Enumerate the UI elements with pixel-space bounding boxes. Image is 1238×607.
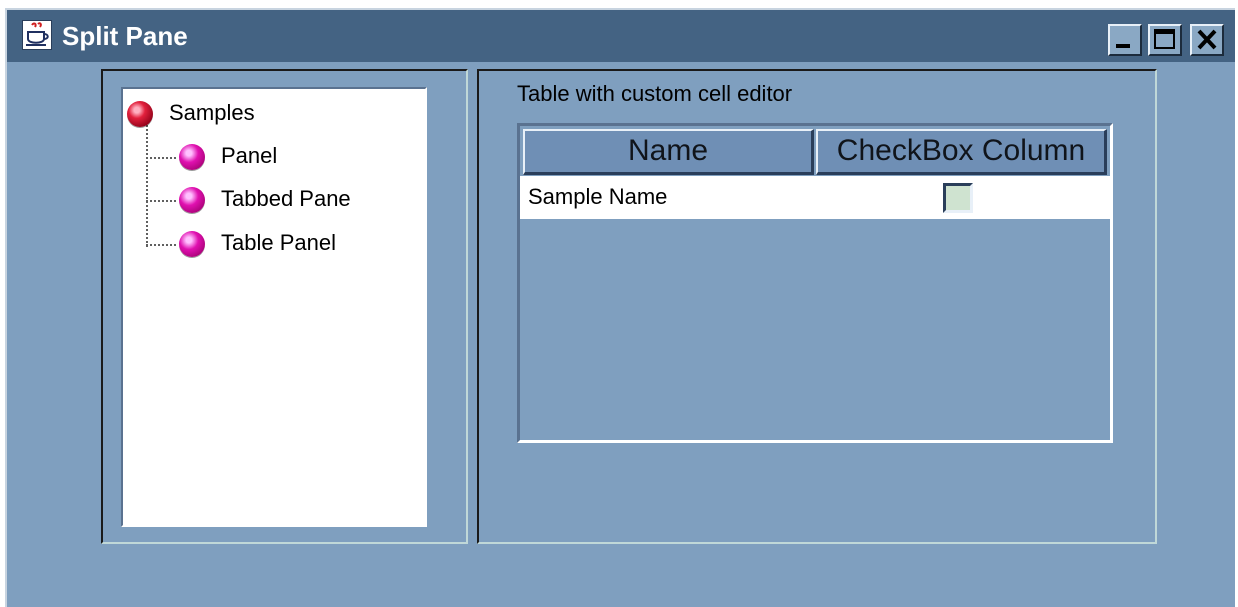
tree-item-label: Tabbed Pane (221, 186, 351, 211)
left-pane: Samples Panel Tabbed Pane Table Panel (101, 69, 468, 544)
tree-item-label: Panel (221, 143, 278, 168)
java-cup-icon[interactable] (22, 20, 52, 50)
tree-node-icon (179, 187, 205, 213)
main-window: Split Pane Samples Panel Tabbed Pane Tab… (5, 8, 1235, 607)
maximize-button[interactable] (1148, 24, 1182, 56)
tree-connector (146, 157, 176, 159)
tree-item-label: Samples (169, 100, 255, 125)
tree-connector (146, 200, 176, 202)
minimize-icon (1116, 44, 1130, 48)
row-checkbox[interactable] (943, 183, 973, 213)
maximize-icon (1154, 29, 1175, 49)
close-icon (1197, 29, 1217, 50)
table-row[interactable]: Sample Name (520, 176, 1110, 219)
tree-node-icon (127, 101, 153, 127)
tree-node-icon (179, 231, 205, 257)
panel-caption: Table with custom cell editor (517, 81, 793, 106)
custom-editor-table[interactable]: Name CheckBox Column Sample Name (517, 123, 1113, 443)
column-header-name[interactable]: Name (523, 129, 814, 175)
column-header-checkbox[interactable]: CheckBox Column (816, 129, 1107, 175)
window-title: Split Pane (62, 21, 188, 51)
samples-tree[interactable]: Samples Panel Tabbed Pane Table Panel (121, 87, 427, 527)
title-bar[interactable]: Split Pane (7, 10, 1235, 62)
tree-node-icon (179, 144, 205, 170)
close-button[interactable] (1190, 24, 1224, 56)
tree-connector (146, 244, 176, 246)
cell-name[interactable]: Sample Name (528, 182, 667, 212)
right-pane: Table with custom cell editor Name Check… (477, 69, 1157, 544)
tree-item-label: Table Panel (221, 230, 336, 255)
tree-connector (146, 117, 148, 247)
minimize-button[interactable] (1108, 24, 1142, 56)
